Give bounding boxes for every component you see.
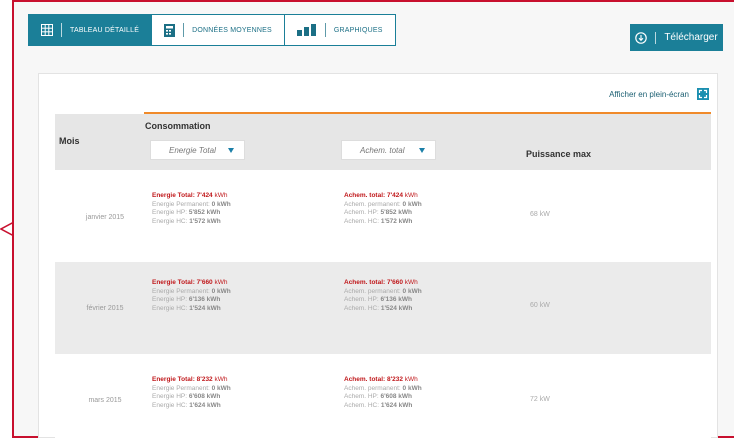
tab-separator xyxy=(324,23,326,37)
achem-hc-value: 1'524 kWh xyxy=(380,304,413,312)
energie-hc-value: 1'572 kWh xyxy=(189,217,221,225)
energie-permanent-value: 0 kWh xyxy=(211,384,231,392)
energie-permanent-label: Energie Permanent: xyxy=(152,200,210,208)
unit: kWh xyxy=(214,279,228,286)
tab-label: Données moyennes xyxy=(192,26,272,34)
achem-permanent-label: Achem. permanent: xyxy=(344,200,401,208)
energie-total: Energie Total: 7'424 xyxy=(152,192,213,199)
grid-icon xyxy=(41,24,53,36)
puissance-cell: 60 kW xyxy=(530,302,550,309)
energie-permanent-label: Energie Permanent: xyxy=(152,384,210,392)
achem-permanent-value: 0 kWh xyxy=(402,287,422,295)
header-consommation: Consommation xyxy=(145,121,211,131)
energie-hc-label: Energie HC: xyxy=(152,217,188,225)
unit: kWh xyxy=(214,376,228,383)
achem-total: Achem. total: 8'232 xyxy=(344,376,403,383)
achem-hc-label: Achem. HC: xyxy=(344,401,380,409)
achem-hc-value: 1'572 kWh xyxy=(380,217,413,225)
tab-tableau-detaille[interactable]: Tableau détaillé xyxy=(28,14,153,46)
tab-separator xyxy=(183,23,185,37)
achem-hp-label: Achem. HP: xyxy=(344,296,379,304)
fullscreen-link[interactable]: Afficher en plein-écran xyxy=(609,88,709,100)
achem-hp-value: 6'608 kWh xyxy=(380,393,413,401)
unit: kWh xyxy=(404,192,418,199)
achem-cell: Achem. total: 8'232 kWh Achem. permanent… xyxy=(344,376,422,410)
energie-permanent-value: 0 kWh xyxy=(211,200,231,208)
unit: kWh xyxy=(214,192,228,199)
energie-hp-value: 6'136 kWh xyxy=(188,296,221,304)
energie-select-value: Energie Total xyxy=(169,145,216,155)
achem-cell: Achem. total: 7'424 kWh Achem. permanent… xyxy=(344,192,422,226)
consumption-card: Afficher en plein-écran Mois Consommatio… xyxy=(38,73,718,438)
energie-hc-label: Energie HC: xyxy=(152,401,188,409)
achem-hp-label: Achem. HP: xyxy=(344,393,379,401)
energie-select[interactable]: Energie Total xyxy=(150,140,245,160)
table-row: février 2015 Energie Total: 7'660 kWh En… xyxy=(55,262,711,354)
energie-hp-value: 5'852 kWh xyxy=(188,209,221,217)
achem-hc-label: Achem. HC: xyxy=(344,304,380,312)
table-row: mars 2015 Energie Total: 8'232 kWh Energ… xyxy=(55,354,711,438)
caret-down-icon xyxy=(228,148,234,153)
tab-separator xyxy=(61,23,62,37)
energie-permanent-label: Energie Permanent: xyxy=(152,287,210,295)
month-cell: février 2015 xyxy=(86,305,124,312)
achem-total: Achem. total: 7'424 xyxy=(344,192,403,199)
energie-hc-label: Energie HC: xyxy=(152,304,188,312)
energie-total: Energie Total: 7'660 xyxy=(152,279,213,286)
view-tabs: Tableau détaillé Données moyennes Graphi… xyxy=(28,14,396,46)
caret-down-icon xyxy=(419,148,425,153)
month-cell: janvier 2015 xyxy=(85,214,125,221)
tab-label: Graphiques xyxy=(333,26,383,34)
energie-cell: Energie Total: 7'424 kWh Energie Permane… xyxy=(152,192,231,226)
energie-cell: Energie Total: 7'660 kWh Energie Permane… xyxy=(152,279,231,313)
energie-cell: Energie Total: 8'232 kWh Energie Permane… xyxy=(152,376,231,410)
download-cloud-icon xyxy=(635,31,648,44)
fullscreen-label: Afficher en plein-écran xyxy=(609,89,689,99)
achem-permanent-value: 0 kWh xyxy=(402,384,422,392)
header-mois: Mois xyxy=(59,136,80,146)
energie-hc-value: 1'524 kWh xyxy=(189,304,221,312)
table-header: Mois Consommation Puissance max Energie … xyxy=(55,114,711,170)
achem-hp-label: Achem. HP: xyxy=(344,209,379,217)
energie-permanent-value: 0 kWh xyxy=(211,287,231,295)
achem-select-value: Achem. total xyxy=(360,145,405,155)
button-separator xyxy=(655,31,657,44)
bar-chart-icon xyxy=(296,24,316,36)
achem-permanent-label: Achem. permanent: xyxy=(344,384,401,392)
achem-hc-value: 1'624 kWh xyxy=(380,401,413,409)
puissance-cell: 68 kW xyxy=(530,211,550,218)
achem-hc-label: Achem. HC: xyxy=(344,217,380,225)
callout-pointer xyxy=(0,222,14,236)
achem-total: Achem. total: 7'660 xyxy=(344,279,403,286)
table-row: janvier 2015 Energie Total: 7'424 kWh En… xyxy=(55,170,711,262)
achem-permanent-value: 0 kWh xyxy=(402,200,422,208)
download-button[interactable]: Télécharger xyxy=(630,24,723,51)
energie-hc-value: 1'624 kWh xyxy=(189,401,221,409)
energie-total: Energie Total: 8'232 xyxy=(152,376,213,383)
tab-label: Tableau détaillé xyxy=(70,26,140,34)
tab-graphiques[interactable]: Graphiques xyxy=(284,14,396,46)
energie-hp-label: Energie HP: xyxy=(152,393,188,401)
download-label: Télécharger xyxy=(664,32,718,43)
tab-donnees-moyennes[interactable]: Données moyennes xyxy=(152,14,285,46)
energie-hp-value: 6'608 kWh xyxy=(188,393,221,401)
header-puissance: Puissance max xyxy=(526,149,592,159)
achem-cell: Achem. total: 7'660 kWh Achem. permanent… xyxy=(344,279,422,313)
energie-hp-label: Energie HP: xyxy=(152,209,188,217)
unit: kWh xyxy=(404,279,418,286)
achem-hp-value: 5'852 kWh xyxy=(380,209,413,217)
month-cell: mars 2015 xyxy=(88,397,122,404)
achem-select[interactable]: Achem. total xyxy=(341,140,436,160)
fullscreen-icon xyxy=(697,88,709,100)
calculator-icon xyxy=(164,23,176,37)
energie-hp-label: Energie HP: xyxy=(152,296,188,304)
achem-hp-value: 6'136 kWh xyxy=(380,296,413,304)
achem-permanent-label: Achem. permanent: xyxy=(344,287,401,295)
unit: kWh xyxy=(404,376,418,383)
puissance-cell: 72 kW xyxy=(530,396,550,403)
